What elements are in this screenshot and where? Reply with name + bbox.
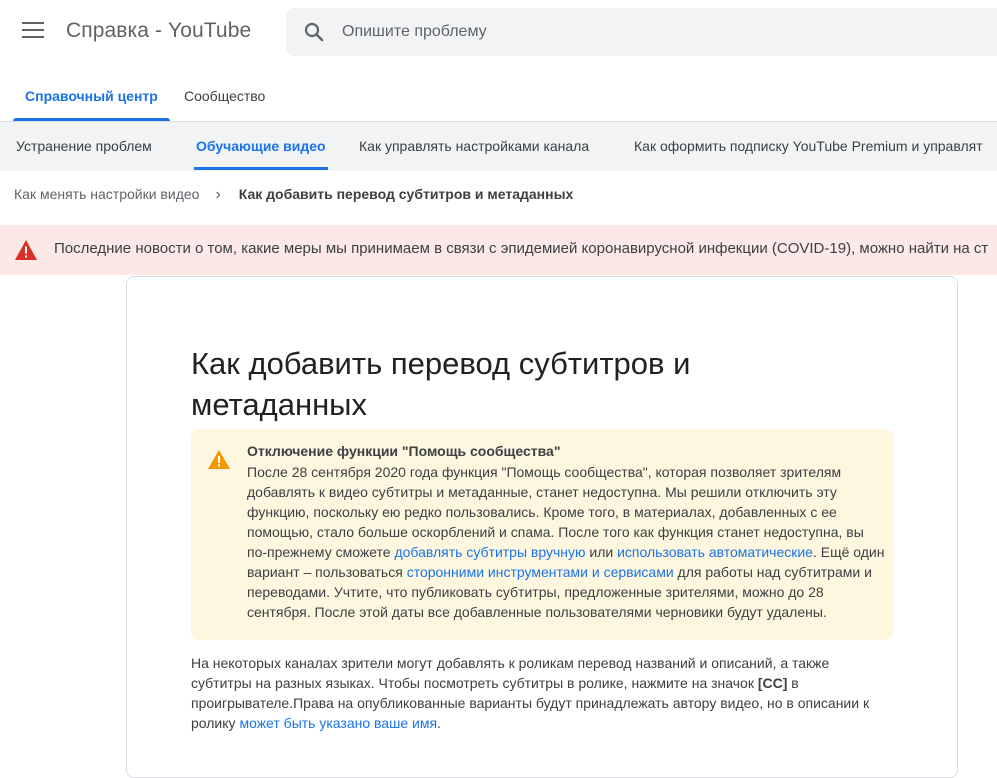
search-icon[interactable] bbox=[302, 20, 326, 44]
cc-label: [CC] bbox=[757, 675, 788, 691]
menu-icon[interactable] bbox=[22, 22, 44, 40]
tab-help-center[interactable]: Справочный центр bbox=[13, 72, 170, 121]
warning-icon bbox=[15, 240, 37, 260]
breadcrumb: Как менять настройки видео › Как добавить … bbox=[14, 186, 573, 208]
article-card: Как добавить перевод субтитров и метадан… bbox=[126, 276, 958, 778]
add-subtitles-manually-link[interactable]: добавлять субтитры вручную bbox=[394, 544, 585, 560]
covid-banner[interactable]: Последние новости о том, какие меры мы п… bbox=[0, 225, 997, 275]
banner-text[interactable]: Последние новости о том, какие меры мы п… bbox=[54, 240, 988, 257]
page-title: Как добавить перевод субтитров и метадан… bbox=[191, 346, 691, 422]
warning-icon bbox=[208, 450, 230, 469]
main-tabs: Справочный центр Сообщество bbox=[0, 72, 997, 121]
top-app-bar: Справка - YouTube bbox=[0, 0, 997, 64]
use-automatic-subtitles-link[interactable]: использовать автоматические bbox=[617, 544, 813, 560]
subtab-troubleshooting[interactable]: Устранение проблем bbox=[16, 122, 152, 170]
breadcrumb-current: Как добавить перевод субтитров и метадан… bbox=[238, 186, 574, 202]
notice-title: Отключение функции "Помощь сообщества" bbox=[247, 443, 561, 459]
subtab-channel-settings[interactable]: Как управлять настройками канала bbox=[359, 122, 589, 170]
paragraph-text: . bbox=[437, 715, 441, 731]
third-party-tools-link[interactable]: сторонними инструментами и сервисами bbox=[407, 564, 674, 580]
subtab-tutorial-videos[interactable]: Обучающие видео bbox=[194, 122, 328, 170]
sub-tabs: Устранение проблем Обучающие видео Как у… bbox=[0, 121, 997, 171]
search-input[interactable] bbox=[342, 8, 942, 56]
paragraph-text: На некоторых каналах зрители могут добав… bbox=[191, 655, 830, 691]
notice-text: или bbox=[585, 544, 618, 560]
app-title[interactable]: Справка - YouTube bbox=[66, 19, 251, 43]
tab-community[interactable]: Сообщество bbox=[184, 72, 265, 121]
search-box[interactable] bbox=[286, 8, 997, 56]
subtab-premium-subscription[interactable]: Как оформить подписку YouTube Premium и … bbox=[634, 122, 983, 170]
notice-box: Отключение функции "Помощь сообщества" П… bbox=[191, 429, 893, 640]
name-may-be-shown-link[interactable]: может быть указано ваше имя bbox=[239, 715, 437, 731]
intro-paragraph: На некоторых каналах зрители могут добав… bbox=[191, 653, 891, 733]
breadcrumb-parent-link[interactable]: Как менять настройки видео bbox=[14, 186, 199, 202]
notice-body: После 28 сентября 2020 года функция "Пом… bbox=[247, 462, 887, 622]
chevron-right-icon: › bbox=[215, 186, 221, 203]
